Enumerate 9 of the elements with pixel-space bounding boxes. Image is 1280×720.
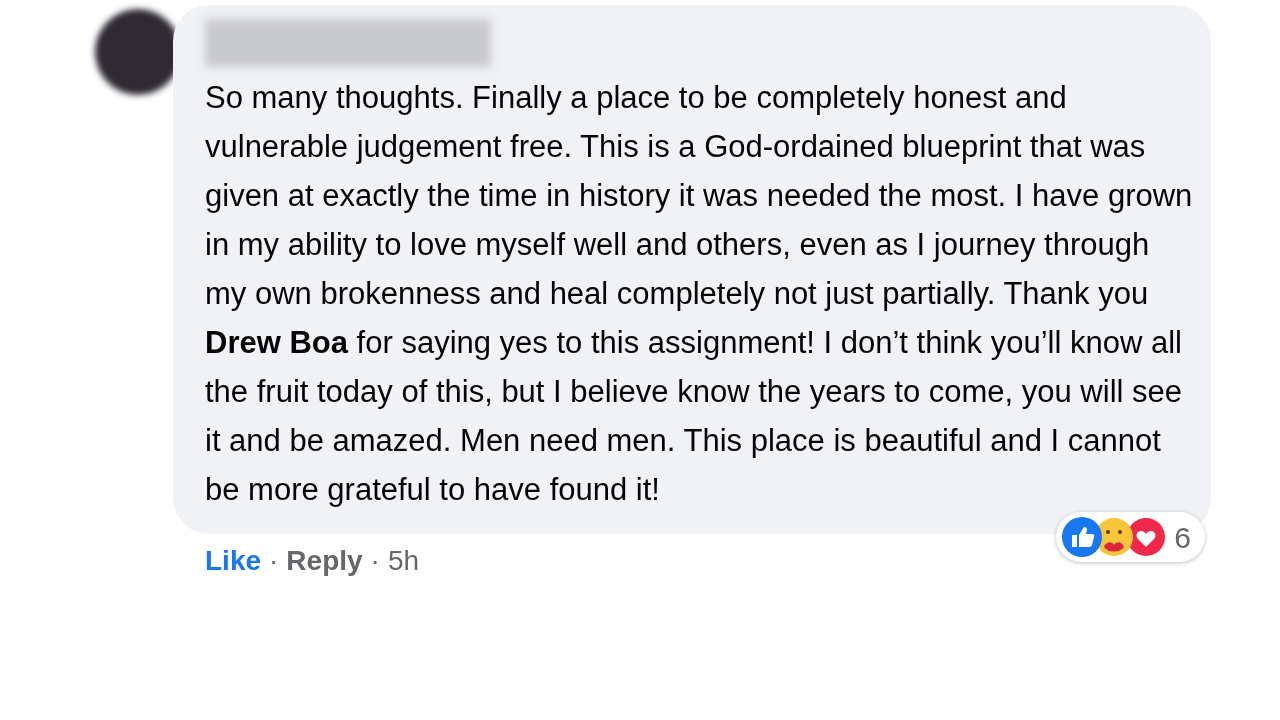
separator-dot: ·	[269, 544, 279, 578]
reaction-count: 6	[1174, 519, 1191, 556]
timestamp: 5h	[387, 544, 420, 578]
like-link[interactable]: Like	[205, 540, 262, 582]
reaction-summary[interactable]: 6	[1056, 512, 1205, 562]
reply-link[interactable]: Reply	[286, 540, 363, 582]
thumbs-up-icon	[1062, 517, 1103, 557]
comment-text: So many thoughts. Finally a place to be completely honest and vulnerable judgement free. This is a God-ordained blueprint that was given at exactly the time in history it was needed the most. I have grown in my ability to love myself well and others, even as I journey through my own brokenness and heal completely not just partially. Thank you Drew Boa for saying yes to this assignment! I don’t think you’ll know all the fruit today of this, but I believe know the years to come, you will see it and be amazed. Men need men. This place is beautiful and I cannot be more grateful to have found it!	[205, 79, 1194, 509]
separator-dot: ·	[370, 544, 380, 578]
